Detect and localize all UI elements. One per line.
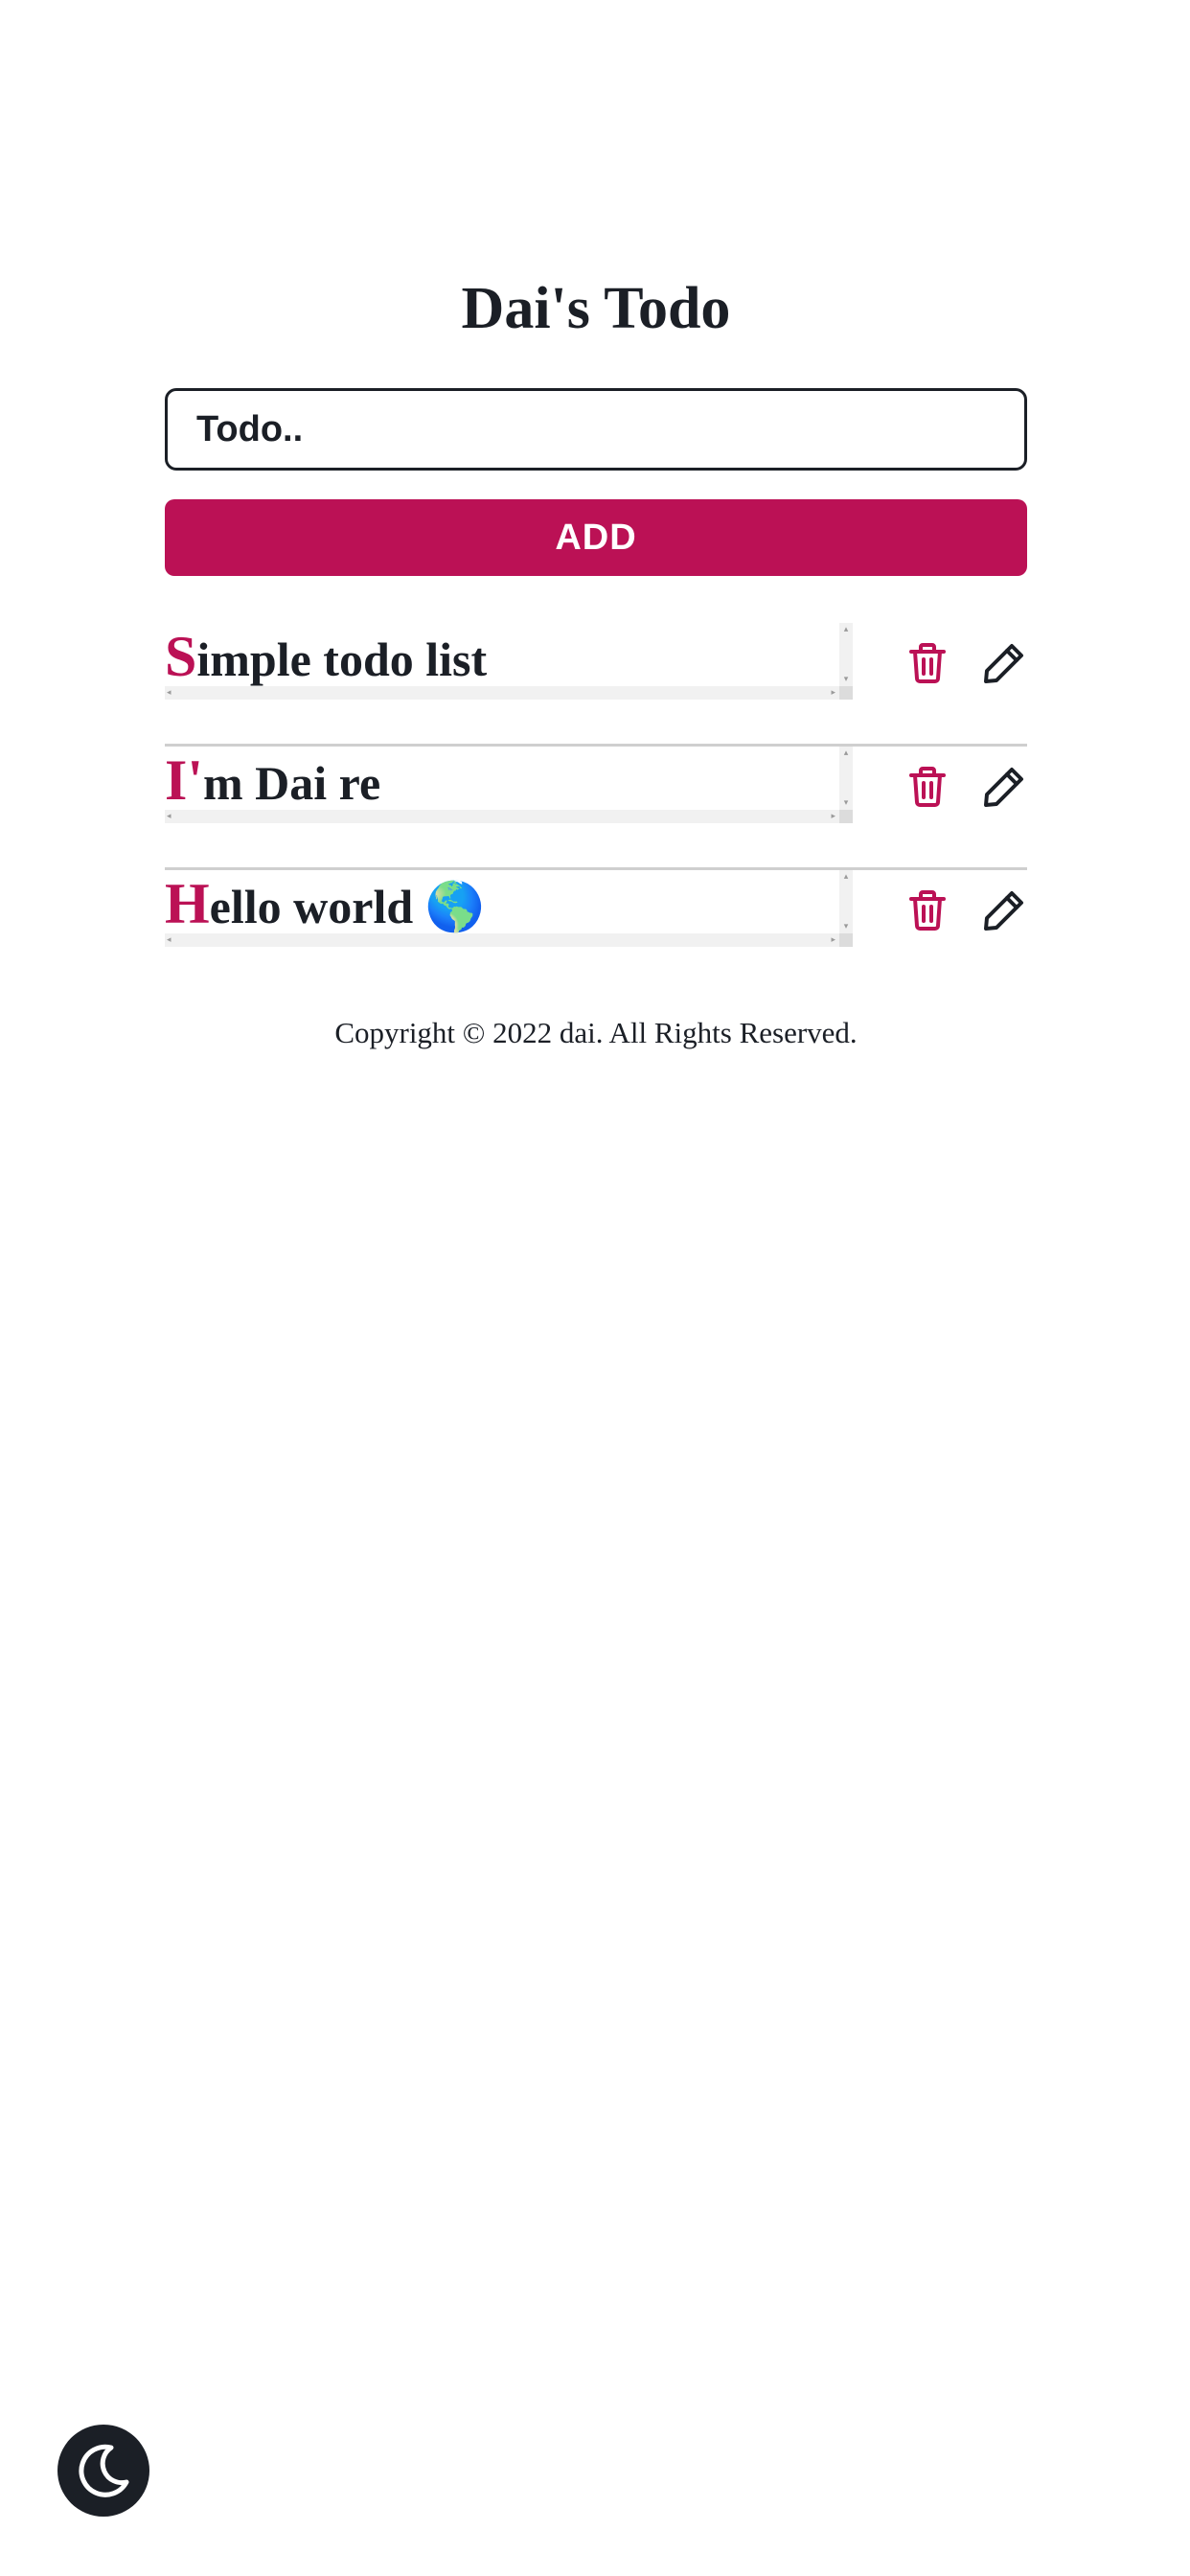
todo-first-letter: S [165, 625, 197, 688]
delete-button[interactable] [901, 760, 954, 814]
todo-item: Simple todo list ▴ ▾ ◂ ▸ [165, 623, 1027, 747]
horizontal-scrollbar[interactable]: ◂ ▸ [165, 686, 839, 700]
edit-button[interactable] [977, 760, 1031, 814]
todo-first-letter: I' [165, 748, 204, 812]
delete-button[interactable] [901, 884, 954, 937]
scroll-up-icon[interactable]: ▴ [839, 748, 853, 758]
pencil-icon [984, 768, 1023, 807]
page-title: Dai's Todo [461, 276, 731, 341]
todo-rest: m Dai re [203, 756, 381, 810]
scroll-corner [839, 933, 853, 947]
scroll-right-icon[interactable]: ▸ [831, 686, 835, 700]
trash-icon [909, 890, 946, 931]
scroll-right-icon[interactable]: ▸ [831, 810, 835, 823]
add-button[interactable]: ADD [165, 499, 1027, 576]
pencil-icon [984, 891, 1023, 931]
scroll-left-icon[interactable]: ◂ [167, 686, 172, 700]
scroll-up-icon[interactable]: ▴ [839, 625, 853, 634]
scroll-left-icon[interactable]: ◂ [167, 933, 172, 947]
todo-item: Hello world 🌎 ▴ ▾ ◂ ▸ [165, 870, 1027, 994]
theme-toggle-button[interactable] [57, 2425, 149, 2517]
horizontal-scrollbar[interactable]: ◂ ▸ [165, 810, 839, 823]
scroll-corner [839, 686, 853, 700]
edit-button[interactable] [977, 636, 1031, 690]
todo-text: I'm Dai re [165, 747, 381, 812]
todo-text-box[interactable]: I'm Dai re ▴ ▾ ◂ ▸ [165, 747, 853, 823]
todo-text: Hello world 🌎 [165, 870, 485, 935]
scroll-corner [839, 810, 853, 823]
trash-icon [909, 643, 946, 683]
vertical-scrollbar[interactable]: ▴ ▾ [839, 870, 853, 933]
todo-text: Simple todo list [165, 623, 488, 688]
todo-item: I'm Dai re ▴ ▾ ◂ ▸ [165, 747, 1027, 870]
edit-button[interactable] [977, 884, 1031, 937]
vertical-scrollbar[interactable]: ▴ ▾ [839, 623, 853, 686]
horizontal-scrollbar[interactable]: ◂ ▸ [165, 933, 839, 947]
vertical-scrollbar[interactable]: ▴ ▾ [839, 747, 853, 810]
todo-rest: ello world 🌎 [209, 880, 485, 933]
todo-list: Simple todo list ▴ ▾ ◂ ▸ I'm Dai re ▴ ▾ … [165, 623, 1027, 994]
scroll-down-icon[interactable]: ▾ [839, 922, 853, 932]
todo-text-box[interactable]: Hello world 🌎 ▴ ▾ ◂ ▸ [165, 870, 853, 947]
moon-icon [79, 2444, 129, 2497]
scroll-right-icon[interactable]: ▸ [831, 933, 835, 947]
trash-icon [909, 767, 946, 807]
scroll-left-icon[interactable]: ◂ [167, 810, 172, 823]
delete-button[interactable] [901, 636, 954, 690]
todo-input[interactable] [165, 388, 1027, 471]
todo-first-letter: H [165, 872, 210, 935]
pencil-icon [984, 644, 1023, 683]
todo-text-box[interactable]: Simple todo list ▴ ▾ ◂ ▸ [165, 623, 853, 700]
todo-rest: imple todo list [196, 632, 488, 686]
scroll-down-icon[interactable]: ▾ [839, 798, 853, 808]
scroll-down-icon[interactable]: ▾ [839, 675, 853, 684]
footer-copyright: Copyright © 2022 dai. All Rights Reserve… [334, 1016, 858, 1049]
scroll-up-icon[interactable]: ▴ [839, 872, 853, 882]
